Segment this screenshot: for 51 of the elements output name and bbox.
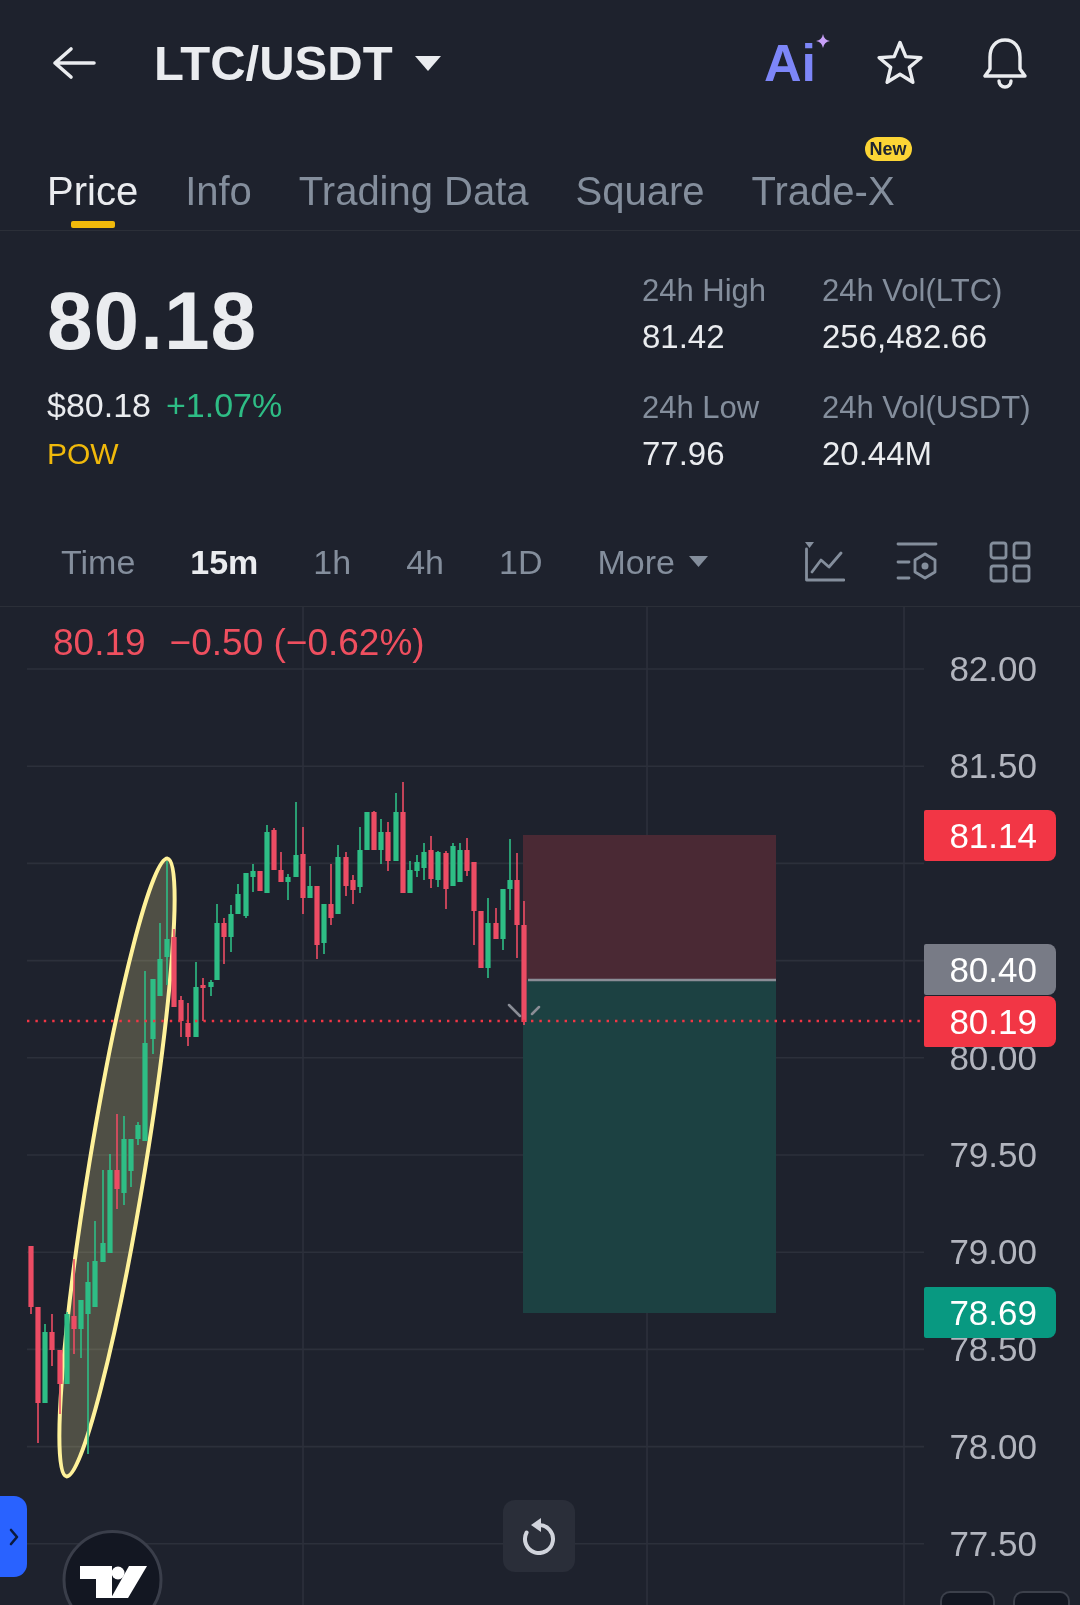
stat-value: 256,482.66 (822, 317, 988, 357)
interval-tab[interactable]: 1h (313, 541, 352, 582)
tab[interactable]: Info (185, 126, 252, 230)
stat-value: 81.42 (642, 317, 725, 357)
stat-label: 24h Vol(USDT) (822, 389, 1031, 427)
star-icon[interactable] (875, 39, 925, 87)
price-tag: 78.69 (924, 1287, 1056, 1338)
grid-icon[interactable] (989, 540, 1031, 583)
new-badge: New (864, 137, 912, 161)
interval-tab[interactable]: 4h (406, 541, 444, 582)
caret-icon (688, 556, 708, 567)
price-tag: 80.19 (924, 996, 1056, 1047)
interval-tab[interactable]: More (597, 541, 708, 582)
stat-label: 24h Low (642, 389, 760, 427)
category-tag: POW (47, 436, 119, 472)
panel-toggle-button[interactable] (0, 1496, 27, 1577)
pair-selector[interactable]: LTC/USDT (154, 34, 441, 92)
reset-button[interactable] (503, 1500, 575, 1572)
axis-label: 79.50 (949, 1134, 1037, 1176)
axis-label: 79.00 (949, 1231, 1037, 1274)
tab[interactable]: Trading Data (298, 126, 529, 230)
chevron-right-icon (8, 1527, 19, 1546)
interval-tab[interactable]: 15m (190, 541, 259, 582)
stat-value: 20.44M (822, 434, 933, 474)
legend-price: 80.19 (53, 621, 146, 665)
ai-button[interactable]: Ai (764, 34, 830, 92)
left-arrow-icon[interactable] (52, 46, 96, 80)
price-tag: 80.40 (924, 944, 1056, 995)
chevron-marker-icon (507, 1003, 541, 1018)
last-price: 80.18 (47, 275, 258, 367)
interval-tab[interactable]: 1D (499, 541, 543, 582)
caret-icon (414, 55, 441, 71)
stat-label: 24h High (642, 272, 767, 310)
interval-tab[interactable]: Time (61, 541, 136, 582)
stat-label: 24h Vol(LTC) (822, 272, 1003, 310)
price-tag: 81.14 (924, 810, 1056, 861)
line-chart-icon[interactable] (803, 540, 845, 583)
axis-label: 77.50 (949, 1522, 1037, 1565)
sparkle-icon (816, 34, 830, 48)
legend-change: −0.50 (−0.62%) (169, 621, 425, 665)
stat-value: 77.96 (642, 434, 725, 474)
axis-label: 81.50 (949, 745, 1037, 788)
logo-icon[interactable] (62, 1530, 163, 1605)
bell-icon[interactable] (980, 36, 1030, 90)
tab[interactable]: Price (47, 126, 139, 230)
tab[interactable]: Square (575, 126, 705, 230)
fiat-price: $80.18 (47, 385, 151, 425)
axis-label: 78.00 (949, 1425, 1037, 1468)
price-change: +1.07% (166, 385, 283, 425)
axis-label: 82.00 (949, 648, 1037, 690)
refresh-icon (522, 1517, 556, 1555)
